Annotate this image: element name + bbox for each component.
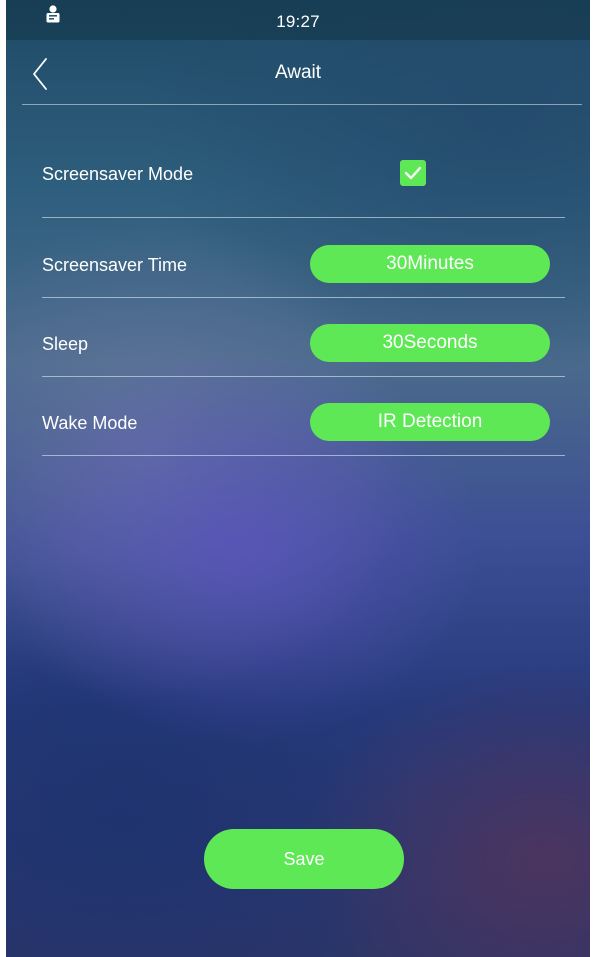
header-divider [22,104,582,105]
setting-row-wake-mode: Wake Mode IR Detection [42,403,565,441]
setting-row-screensaver-time: Screensaver Time 30Minutes [42,245,565,283]
row-divider [42,217,565,218]
header: Await [6,40,590,106]
screensaver-time-select[interactable]: 30Minutes [310,245,550,283]
save-button[interactable]: Save [204,829,404,889]
screensaver-mode-checkbox[interactable] [400,160,426,186]
wake-mode-label: Wake Mode [42,413,138,433]
screensaver-mode-label: Screensaver Mode [42,164,194,184]
setting-row-screensaver-mode: Screensaver Mode [42,160,565,190]
row-divider [42,376,565,377]
wake-mode-select[interactable]: IR Detection [310,403,550,441]
device-screen: 19:27 Await Screensaver Mode Screensaver… [6,0,590,957]
status-time: 19:27 [276,12,320,31]
setting-row-sleep: Sleep 30Seconds [42,324,565,362]
sleep-select[interactable]: 30Seconds [310,324,550,362]
row-divider [42,297,565,298]
page-title: Await [274,62,322,83]
row-divider [42,455,565,456]
status-bar: 19:27 [6,0,590,40]
sleep-label: Sleep [42,334,89,354]
screensaver-time-label: Screensaver Time [42,255,188,275]
